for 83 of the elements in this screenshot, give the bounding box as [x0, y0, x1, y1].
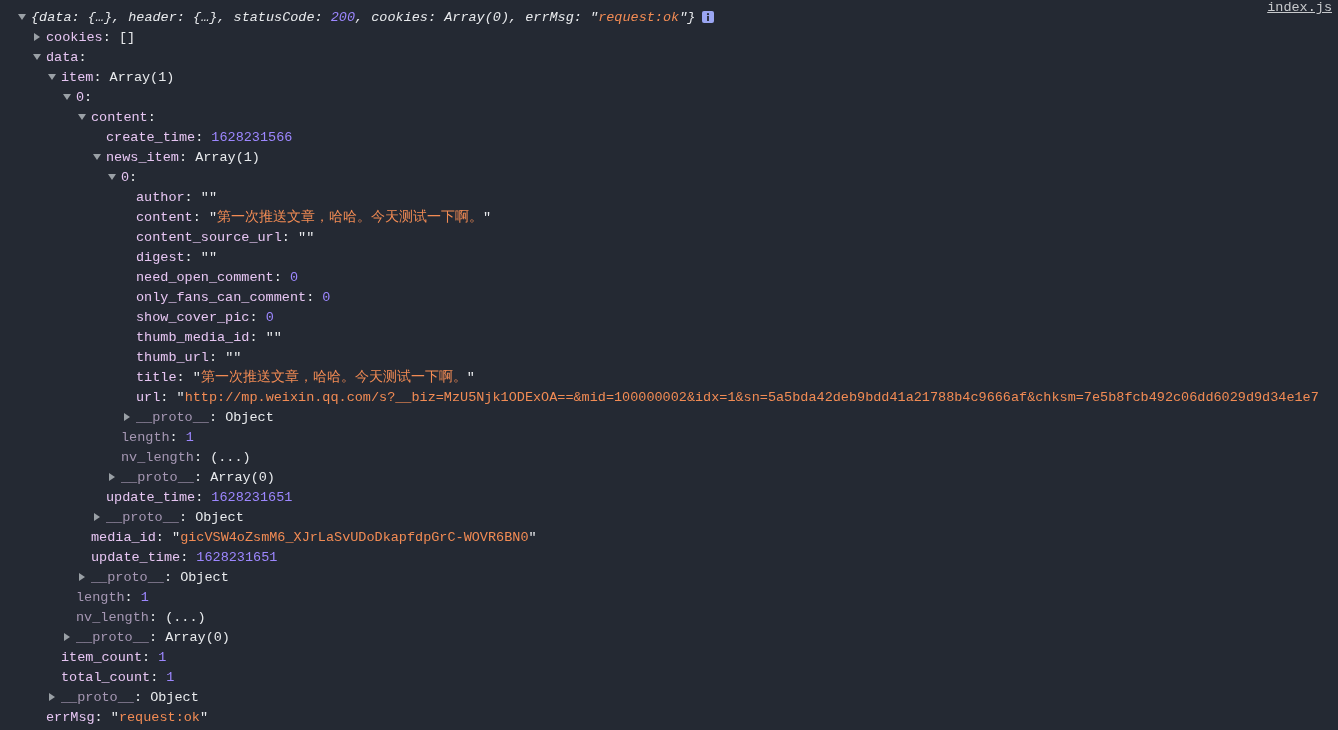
property-key: __proto__: — [76, 629, 158, 645]
property-key: need_open_comment: — [136, 269, 282, 285]
property-value: "gicVSW4oZsmM6_XJrLaSvUDoDkapfdpGrC-WOVR6BN0" — [172, 529, 537, 545]
disclosure-triangle-icon[interactable] — [78, 114, 86, 120]
property-value: Array(0) — [165, 629, 230, 645]
property-key: content: — [136, 209, 201, 225]
disclosure-triangle-icon[interactable] — [33, 54, 41, 60]
property-value: "" — [265, 329, 282, 345]
property-key: nv_length: — [121, 449, 203, 465]
source-link[interactable]: index.js — [1267, 0, 1332, 16]
property-key: data: — [46, 49, 87, 65]
property-key: url: — [136, 389, 169, 405]
property-key: cookies: — [46, 29, 111, 45]
property-value: 1628231651 — [196, 549, 278, 565]
property-key: 0: — [121, 169, 138, 185]
info-icon[interactable] — [702, 11, 715, 23]
disclosure-triangle-icon[interactable] — [34, 33, 40, 41]
property-key: errMsg: — [46, 709, 103, 725]
property-value: 0 — [322, 289, 331, 305]
disclosure-triangle-icon[interactable] — [94, 513, 100, 521]
disclosure-triangle-icon[interactable] — [108, 174, 116, 180]
property-value: "" — [200, 189, 217, 205]
property-key: __proto__: — [136, 409, 218, 425]
property-value: Object — [150, 689, 199, 705]
property-value: "第一次推送文章，哈哈。今天测试一下啊。" — [208, 208, 492, 226]
property-value: [] — [118, 29, 136, 45]
property-value: 1628231566 — [211, 129, 293, 145]
property-value: "request:ok" — [110, 709, 209, 725]
disclosure-triangle-icon[interactable] — [109, 473, 115, 481]
property-value: "第一次推送文章，哈哈。今天测试一下啊。" — [192, 368, 475, 386]
property-value: "" — [225, 349, 242, 365]
property-key: digest: — [136, 249, 193, 265]
property-value: "http://mp.weixin.qq.com/s?__biz=MzU5Njk1ODExOA==&mid=100000002&idx=1&sn=5a5bda42deb9bdd41a21788b4c9666af&chksm=7e5b8fcb492c06dd6029d9d34e1e7 — [176, 389, 1319, 405]
property-value: 1628231651 — [211, 489, 293, 505]
disclosure-triangle-icon[interactable] — [79, 573, 85, 581]
property-key: __proto__: — [106, 509, 188, 525]
property-key: title: — [136, 369, 185, 385]
property-key: nv_length: — [76, 609, 158, 625]
disclosure-triangle-icon[interactable] — [63, 94, 71, 100]
property-value: 1 — [158, 649, 167, 665]
property-value: "" — [200, 249, 217, 265]
property-value: Array(0) — [210, 469, 275, 485]
property-value: 0 — [265, 309, 274, 325]
property-key: item_count: — [61, 649, 151, 665]
disclosure-triangle-icon[interactable] — [124, 413, 130, 421]
disclosure-triangle-icon[interactable] — [64, 633, 70, 641]
property-key: __proto__: — [61, 689, 143, 705]
object-preview: {data: {…}, header: {…}, statusCode: 200, cookies: Array(0), errMsg: "request:ok"} — [31, 9, 696, 25]
property-key: only_fans_can_comment: — [136, 289, 315, 305]
property-key: media_id: — [91, 529, 164, 545]
property-value: Object — [180, 569, 229, 585]
property-value: 1 — [140, 589, 149, 605]
property-key: news_item: — [106, 149, 188, 165]
property-key: update_time: — [106, 489, 204, 505]
property-value: (...) — [165, 609, 206, 625]
property-value: Array(1) — [195, 149, 260, 165]
property-value: Object — [195, 509, 244, 525]
property-value: Array(1) — [109, 69, 175, 85]
property-value: "" — [298, 229, 315, 245]
property-value: 0 — [289, 269, 299, 285]
property-key: thumb_media_id: — [136, 329, 258, 345]
property-value: 1 — [166, 669, 175, 685]
property-key: create_time: — [106, 129, 204, 145]
disclosure-triangle-icon[interactable] — [93, 154, 101, 160]
property-key: content_source_url: — [136, 229, 290, 245]
property-key: item: — [61, 69, 102, 85]
property-key: length: — [76, 589, 133, 605]
disclosure-triangle-icon[interactable] — [48, 74, 56, 80]
property-key: update_time: — [91, 549, 189, 565]
disclosure-triangle-icon[interactable] — [18, 14, 26, 20]
property-key: __proto__: — [91, 569, 173, 585]
property-value: (...) — [210, 449, 251, 465]
property-key: thumb_url: — [136, 349, 218, 365]
disclosure-triangle-icon[interactable] — [49, 693, 55, 701]
property-key: author: — [136, 189, 193, 205]
property-key: content: — [91, 109, 156, 125]
property-key: show_cover_pic: — [136, 309, 258, 325]
property-key: __proto__: — [121, 469, 203, 485]
property-key: 0: — [76, 89, 93, 105]
property-value: Object — [225, 409, 274, 425]
property-key: length: — [121, 429, 178, 445]
property-key: total_count: — [61, 669, 159, 685]
property-value: 1 — [185, 429, 194, 445]
